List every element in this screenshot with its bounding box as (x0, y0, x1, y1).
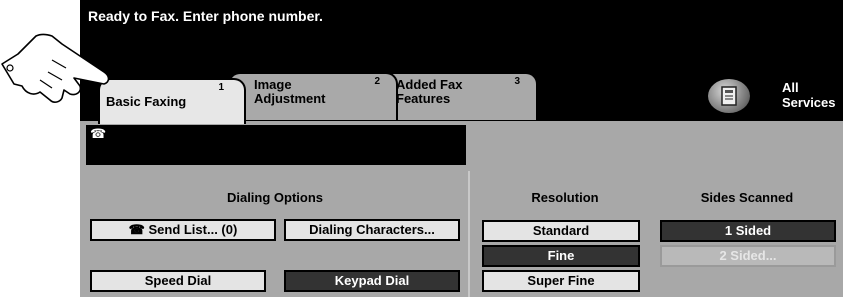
divider (468, 171, 470, 297)
status-message: Ready to Fax. Enter phone number. (88, 8, 323, 24)
speed-dial-button[interactable]: Speed Dial (90, 270, 266, 292)
tab-label: Adjustment (254, 91, 326, 106)
all-services-icon (708, 79, 750, 113)
tab-basic-faxing[interactable]: Basic Faxing 1 (98, 78, 246, 124)
resolution-standard-button[interactable]: Standard (482, 220, 640, 242)
tab-number: 2 (374, 76, 380, 87)
tab-label: Added Fax (396, 77, 463, 92)
phone-icon: ☎ (90, 126, 107, 141)
tab-number: 3 (514, 76, 520, 87)
resolution-fine-button[interactable]: Fine (482, 245, 640, 267)
tab-added-fax-features[interactable]: Added Fax Features 3 (380, 72, 538, 120)
resolution-title: Resolution (531, 190, 599, 205)
all-services-button[interactable]: All Services (700, 76, 843, 120)
send-list-button[interactable]: ☎ Send List... (0) (90, 219, 276, 241)
dialing-options-title: Dialing Options (226, 190, 324, 205)
touch-screen: Ready to Fax. Enter phone number. Added … (80, 0, 843, 297)
one-sided-button[interactable]: 1 Sided (660, 220, 836, 242)
dialing-characters-button[interactable]: Dialing Characters... (284, 219, 460, 241)
two-sided-button[interactable]: 2 Sided... (660, 245, 836, 267)
all-services-line1: All (782, 80, 799, 95)
phone-number-field[interactable]: ☎ (86, 125, 466, 165)
pointing-hand-icon (1, 33, 110, 103)
tab-label: Image (254, 77, 292, 92)
sides-scanned-title: Sides Scanned (700, 190, 794, 205)
tab-label: Features (396, 91, 451, 106)
basic-faxing-panel: ☎ Dialing Options Resolution Sides Scann… (80, 121, 843, 297)
tab-image-adjustment[interactable]: Image Adjustment 2 (228, 72, 398, 120)
keypad-dial-button[interactable]: Keypad Dial (284, 270, 460, 292)
all-services-label: All Services (782, 80, 836, 110)
resolution-super-fine-button[interactable]: Super Fine (482, 270, 640, 292)
all-services-line2: Services (782, 95, 836, 110)
tab-number: 1 (218, 82, 224, 93)
